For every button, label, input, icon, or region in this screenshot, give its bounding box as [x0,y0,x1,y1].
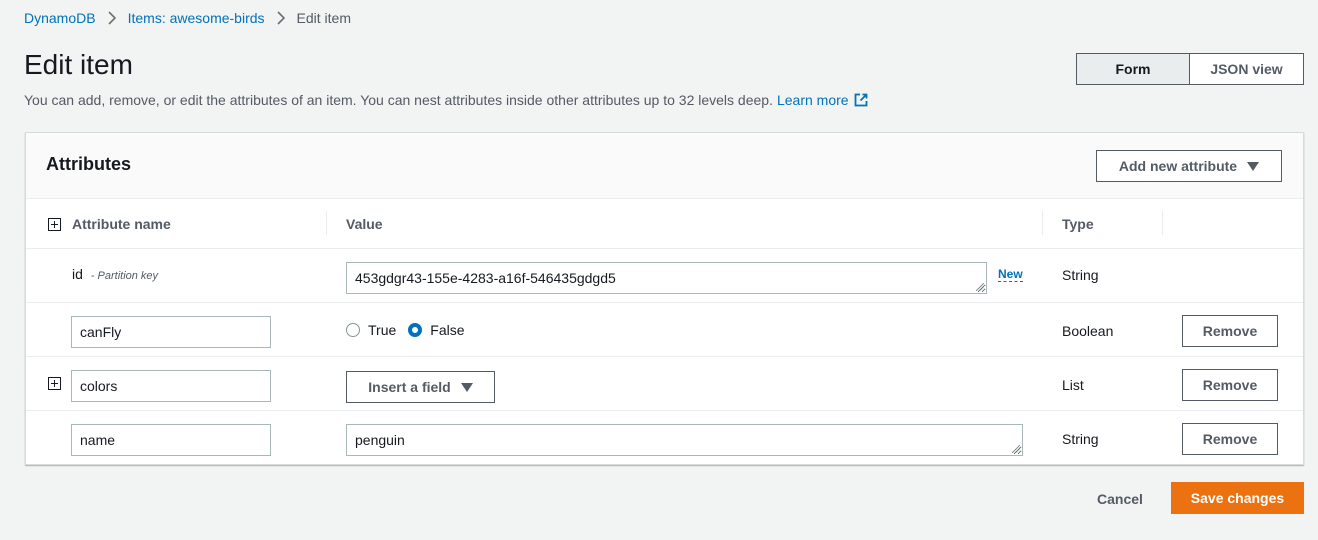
table-header: Attribute name Value Type [26,199,1303,249]
description-text: You can add, remove, or edit the attribu… [24,92,773,108]
column-divider [1162,211,1163,235]
radio-true[interactable]: True [346,322,396,338]
column-value: Value [346,216,383,232]
attribute-name-input[interactable] [71,370,271,402]
add-new-attribute-button[interactable]: Add new attribute [1096,150,1282,182]
chevron-right-icon [108,11,116,25]
name-value-text: penguin [355,432,405,448]
attribute-name-text: id [72,266,83,282]
column-divider [326,211,327,235]
column-divider [1042,211,1043,235]
name-value-input[interactable]: penguin [346,424,1023,456]
radio-false[interactable]: False [408,322,465,338]
type-list: List [1062,377,1084,393]
expand-all-icon[interactable] [48,218,61,231]
view-toggle: Form JSON view [1076,53,1304,85]
attribute-name-id: id - Partition key [72,266,158,282]
insert-field-label: Insert a field [368,379,451,395]
remove-button[interactable]: Remove [1182,423,1278,455]
new-badge: New [998,267,1023,282]
attribute-name-input[interactable] [71,316,271,348]
breadcrumb: DynamoDB Items: awesome-birds Edit item [24,10,351,26]
type-string: String [1062,431,1099,447]
attributes-panel-header: Attributes Add new attribute [26,133,1303,199]
save-changes-button[interactable]: Save changes [1171,482,1304,514]
column-type: Type [1062,216,1094,232]
column-attribute-name: Attribute name [72,216,171,232]
radio-checked-icon[interactable] [408,323,423,337]
table-row: penguin String Remove [26,411,1303,465]
table-row: id - Partition key 453gdgr43-155e-4283-a… [26,249,1303,303]
form-view-button[interactable]: Form [1076,53,1190,85]
breadcrumb-items[interactable]: Items: awesome-birds [128,10,265,26]
breadcrumb-dynamodb[interactable]: DynamoDB [24,10,96,26]
radio-true-label: True [368,322,397,338]
learn-more-label: Learn more [776,92,849,108]
remove-button[interactable]: Remove [1182,369,1278,401]
attribute-name-input[interactable] [71,424,271,456]
resize-handle-icon[interactable] [1012,445,1020,453]
page-title: Edit item [24,49,133,80]
breadcrumb-current: Edit item [296,10,351,26]
external-link-icon [854,93,867,107]
chevron-right-icon [276,11,285,25]
page-description: You can add, remove, or edit the attribu… [24,92,868,108]
type-string: String [1062,267,1099,283]
remove-button[interactable]: Remove [1182,315,1278,347]
insert-field-button[interactable]: Insert a field [346,371,495,403]
id-value-input[interactable]: 453gdgr43-155e-4283-a16f-546435gdgd5 [346,262,987,294]
partition-key-label: - Partition key [90,270,159,282]
type-boolean: Boolean [1062,323,1114,339]
learn-more-link[interactable]: Learn more [777,92,868,108]
caret-down-icon [1247,161,1260,171]
boolean-radio-group: True False [346,322,477,338]
radio-false-label: False [430,322,465,338]
table-row: True False Boolean Remove [26,303,1303,357]
cancel-button[interactable]: Cancel [1080,483,1160,515]
expand-icon[interactable] [48,377,61,390]
json-view-button[interactable]: JSON view [1190,53,1304,85]
attributes-panel: Attributes Add new attribute Attribute n… [25,132,1304,465]
attributes-title: Attributes [46,154,131,174]
caret-down-icon [460,382,473,392]
add-new-attribute-label: Add new attribute [1118,158,1238,174]
resize-handle-icon[interactable] [976,283,984,291]
id-value-text: 453gdgr43-155e-4283-a16f-546435gdgd5 [355,270,616,286]
radio-unchecked-icon[interactable] [346,323,360,337]
table-row: Insert a field List Remove [26,357,1303,411]
